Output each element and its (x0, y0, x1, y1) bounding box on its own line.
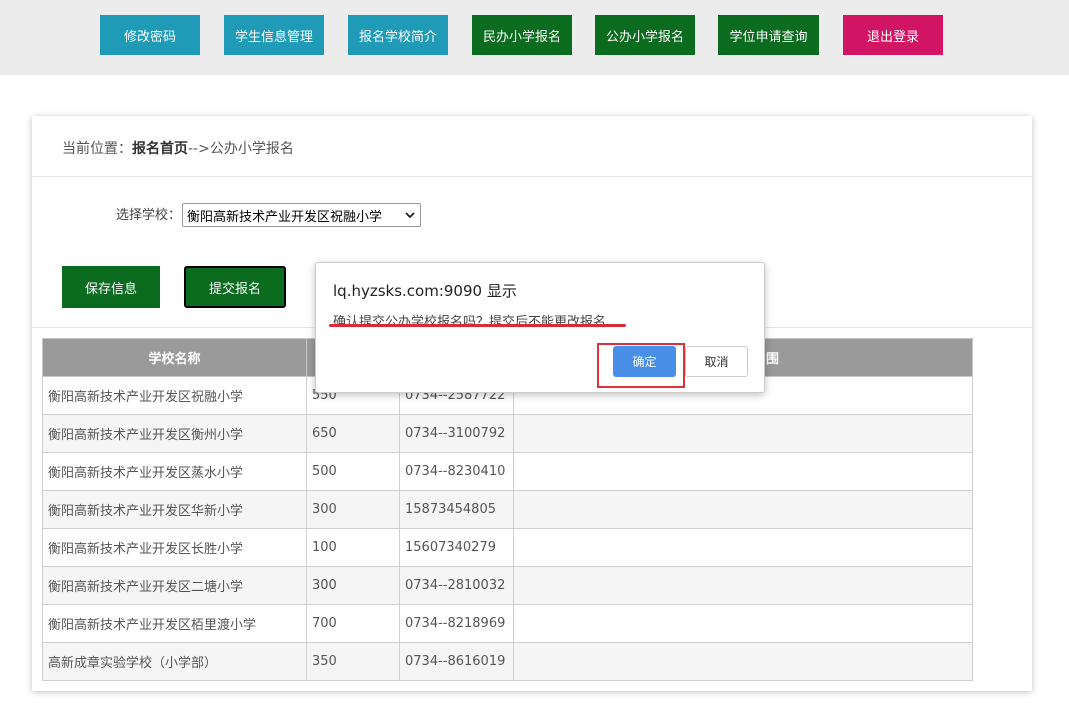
cell-area (513, 414, 973, 453)
cell-phone: 0734--3100792 (399, 414, 514, 453)
school-select-label: 选择学校： (116, 208, 182, 223)
cell-phone: 15873454805 (399, 490, 514, 529)
cell-school-name: 衡阳高新技术产业开发区衡州小学 (42, 414, 307, 453)
breadcrumb-prefix: 当前位置： (62, 141, 132, 157)
breadcrumb-current: -->公办小学报名 (188, 141, 294, 157)
nav-public-school-signup-button[interactable]: 公办小学报名 (595, 15, 695, 55)
cell-quota: 100 (306, 528, 400, 567)
divider (32, 176, 1032, 177)
cell-phone: 0734--8616019 (399, 642, 514, 681)
cell-area (513, 528, 973, 567)
top-nav-bar: 修改密码 学生信息管理 报名学校简介 民办小学报名 公办小学报名 学位申请查询 … (0, 0, 1069, 75)
table-row: 衡阳高新技术产业开发区长胜小学 100 15607340279 (42, 528, 973, 567)
table-row: 衡阳高新技术产业开发区栢里渡小学 700 0734--8218969 (42, 604, 973, 643)
school-select-value: 衡阳高新技术产业开发区祝融小学 (187, 209, 383, 225)
nav-school-intro-button[interactable]: 报名学校简介 (348, 15, 448, 55)
cell-phone: 0734--2810032 (399, 566, 514, 605)
table-row: 衡阳高新技术产业开发区华新小学 300 15873454805 (42, 490, 973, 529)
nav-private-school-signup-button[interactable]: 民办小学报名 (472, 15, 572, 55)
cell-quota: 650 (306, 414, 400, 453)
nav-student-info-button[interactable]: 学生信息管理 (224, 15, 324, 55)
nav-logout-button[interactable]: 退出登录 (843, 15, 943, 55)
confirm-dialog: lq.hyzsks.com:9090 显示 确认提交公办学校报名吗？提交后不能更… (315, 262, 765, 393)
cell-school-name: 衡阳高新技术产业开发区华新小学 (42, 490, 307, 529)
cell-area (513, 604, 973, 643)
breadcrumb: 当前位置：报名首页-->公办小学报名 (62, 138, 294, 158)
cell-school-name: 衡阳高新技术产业开发区栢里渡小学 (42, 604, 307, 643)
nav-change-password-button[interactable]: 修改密码 (100, 15, 200, 55)
main-panel: 当前位置：报名首页-->公办小学报名 选择学校： 衡阳高新技术产业开发区祝融小学… (32, 116, 1032, 691)
table-row: 衡阳高新技术产业开发区二塘小学 300 0734--2810032 (42, 566, 973, 605)
school-select[interactable]: 衡阳高新技术产业开发区祝融小学 (182, 203, 421, 227)
cell-area (513, 452, 973, 491)
cell-school-name: 衡阳高新技术产业开发区祝融小学 (42, 376, 307, 415)
cell-area (513, 642, 973, 681)
chevron-down-icon (405, 207, 415, 226)
cell-area (513, 566, 973, 605)
column-header-area-fragment: 围 (766, 352, 780, 367)
save-info-button[interactable]: 保存信息 (62, 266, 160, 308)
submit-signup-button[interactable]: 提交报名 (184, 266, 286, 308)
dialog-message: 确认提交公办学校报名吗？提交后不能更改报名 (333, 315, 607, 330)
dialog-title: lq.hyzsks.com:9090 显示 (333, 282, 517, 300)
cell-school-name: 高新成章实验学校（小学部） (42, 642, 307, 681)
cell-school-name: 衡阳高新技术产业开发区蒸水小学 (42, 452, 307, 491)
dialog-cancel-button[interactable]: 取消 (685, 346, 748, 377)
cell-quota: 700 (306, 604, 400, 643)
breadcrumb-home-link[interactable]: 报名首页 (132, 141, 188, 157)
cell-phone: 15607340279 (399, 528, 514, 567)
dialog-ok-button[interactable]: 确定 (613, 346, 676, 377)
table-row: 高新成章实验学校（小学部） 350 0734--8616019 (42, 642, 973, 681)
table-row: 衡阳高新技术产业开发区衡州小学 650 0734--3100792 (42, 414, 973, 453)
column-header-school-name: 学校名称 (42, 338, 307, 377)
cell-school-name: 衡阳高新技术产业开发区二塘小学 (42, 566, 307, 605)
cell-school-name: 衡阳高新技术产业开发区长胜小学 (42, 528, 307, 567)
table-row: 衡阳高新技术产业开发区蒸水小学 500 0734--8230410 (42, 452, 973, 491)
nav-degree-query-button[interactable]: 学位申请查询 (718, 15, 819, 55)
cell-quota: 350 (306, 642, 400, 681)
cell-quota: 300 (306, 490, 400, 529)
cell-quota: 500 (306, 452, 400, 491)
cell-area (513, 490, 973, 529)
annotation-underline (329, 324, 626, 327)
cell-phone: 0734--8218969 (399, 604, 514, 643)
cell-phone: 0734--8230410 (399, 452, 514, 491)
cell-quota: 300 (306, 566, 400, 605)
